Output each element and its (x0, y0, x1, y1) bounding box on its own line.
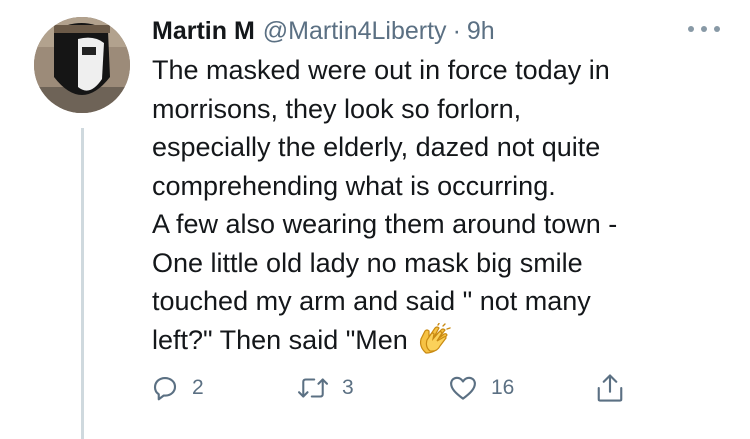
retweet-icon (298, 378, 328, 398)
more-options-icon (688, 26, 720, 32)
like-count: 16 (491, 376, 515, 399)
tweet-text-line: A few also wearing them around town - (152, 209, 618, 239)
share-icon (597, 374, 623, 402)
tweet-text-line: morrisons, they look so forlorn, (152, 93, 522, 124)
action-bar: 2 3 16 (150, 368, 630, 408)
display-name[interactable]: Martin M (152, 14, 255, 48)
tweet-text: The masked were out in force today in mo… (152, 51, 732, 365)
tweet-text-line-end: left?" Then said "Men (152, 324, 408, 355)
heart-icon (450, 376, 476, 400)
retweet-count: 3 (342, 376, 354, 399)
more-options-button[interactable] (684, 18, 724, 40)
tweet-text-line-last: left?" Then said "Men (152, 321, 732, 366)
like-button[interactable]: 16 (447, 368, 514, 408)
tweet-text-line: comprehending what is occurring. (152, 170, 556, 201)
reply-icon (153, 376, 177, 401)
reply-button[interactable]: 2 (150, 368, 204, 408)
tweet-text-line: The masked were out in force today in (152, 55, 610, 85)
avatar-mask-image (34, 17, 130, 113)
share-button[interactable] (595, 368, 625, 408)
tweet-text-line: One little old lady no mask big smile (152, 247, 583, 278)
tweet-text-line: especially the elderly, dazed not quite (152, 132, 601, 162)
thread-line (81, 128, 84, 439)
retweet-button[interactable]: 3 (296, 368, 354, 408)
avatar[interactable] (34, 17, 130, 113)
tweet-text-line: touched my arm and said " not many (152, 286, 591, 316)
user-handle[interactable]: @Martin4Liberty (263, 14, 447, 48)
tweet-timestamp[interactable]: 9h (467, 14, 495, 48)
reply-count: 2 (192, 376, 204, 399)
tweet-header: Martin M @Martin4Liberty · 9h (152, 14, 495, 50)
clapping-hands-icon (416, 322, 454, 366)
header-separator: · (452, 17, 461, 45)
